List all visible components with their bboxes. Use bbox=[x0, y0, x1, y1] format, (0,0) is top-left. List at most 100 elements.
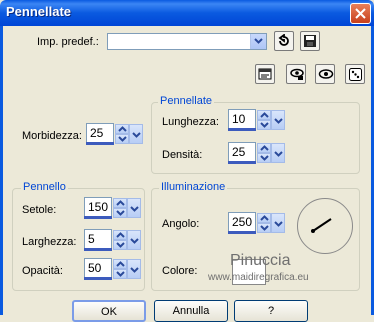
preview-icon bbox=[258, 68, 272, 80]
morbidezza-spin[interactable]: 25 bbox=[86, 123, 143, 145]
chevron-down-icon bbox=[274, 118, 283, 124]
lunghezza-spin[interactable]: 10 bbox=[228, 109, 285, 131]
chevron-down-icon bbox=[274, 151, 283, 157]
morbidezza-increment-button[interactable] bbox=[115, 124, 129, 134]
ok-button[interactable]: OK bbox=[72, 300, 146, 322]
opacita-input[interactable]: 50 bbox=[84, 258, 112, 278]
morbidezza-slider-bar[interactable] bbox=[86, 142, 114, 145]
setole-slider-bar[interactable] bbox=[84, 216, 112, 219]
larghezza-slider-bar[interactable] bbox=[84, 248, 112, 251]
lunghezza-slider-bar[interactable] bbox=[228, 128, 256, 131]
preset-combo[interactable] bbox=[107, 33, 267, 50]
angolo-input[interactable]: 250 bbox=[228, 212, 256, 232]
angolo-slider-bar[interactable] bbox=[228, 231, 256, 234]
save-preset-button[interactable] bbox=[300, 31, 320, 51]
densita-label: Densità: bbox=[162, 149, 203, 161]
help-button[interactable]: ? bbox=[234, 300, 308, 322]
larghezza-input[interactable]: 5 bbox=[84, 229, 112, 249]
chevron-up-icon bbox=[116, 232, 125, 238]
chevron-down-icon bbox=[116, 271, 125, 277]
angolo-spin[interactable]: 250 bbox=[228, 212, 285, 234]
densita-slider-bar[interactable] bbox=[228, 161, 256, 164]
chevron-down-icon bbox=[254, 38, 263, 44]
densita-decrement-button[interactable] bbox=[257, 153, 271, 163]
lunghezza-label: Lunghezza: bbox=[162, 116, 219, 128]
undo-icon bbox=[278, 34, 289, 46]
lunghezza-increment-button[interactable] bbox=[257, 110, 271, 120]
randomize-button[interactable] bbox=[345, 64, 365, 84]
setole-spin[interactable]: 150 bbox=[84, 197, 141, 219]
lock-eye-icon bbox=[290, 68, 304, 80]
chevron-down-icon bbox=[116, 242, 125, 248]
opacita-slider-bar[interactable] bbox=[84, 277, 112, 280]
morbidezza-input[interactable]: 25 bbox=[86, 123, 114, 143]
opacita-dropdown-button[interactable] bbox=[127, 259, 141, 279]
save-icon bbox=[304, 35, 316, 47]
chevron-down-icon bbox=[116, 210, 125, 216]
angolo-decrement-button[interactable] bbox=[257, 223, 271, 233]
densita-dropdown-button[interactable] bbox=[271, 143, 285, 163]
opacita-label: Opacità: bbox=[22, 265, 63, 277]
pennellate-group-title: Pennellate bbox=[158, 95, 214, 107]
opacita-decrement-button[interactable] bbox=[113, 269, 127, 279]
watermark-url: www.maidiregrafica.eu bbox=[208, 272, 309, 283]
larghezza-spin[interactable]: 5 bbox=[84, 229, 141, 251]
preview-button[interactable] bbox=[255, 64, 275, 84]
morbidezza-label: Morbidezza: bbox=[22, 130, 82, 142]
angolo-dropdown-button[interactable] bbox=[271, 213, 285, 233]
chevron-down-icon bbox=[260, 155, 269, 161]
window-title: Pennellate bbox=[6, 4, 72, 19]
eye-icon bbox=[318, 69, 334, 79]
setole-dropdown-button[interactable] bbox=[127, 198, 141, 218]
angolo-increment-button[interactable] bbox=[257, 213, 271, 223]
larghezza-increment-button[interactable] bbox=[113, 230, 127, 240]
chevron-down-icon bbox=[260, 122, 269, 128]
morbidezza-dropdown-button[interactable] bbox=[129, 124, 143, 144]
chevron-down-icon bbox=[260, 225, 269, 231]
chevron-up-icon bbox=[116, 261, 125, 267]
chevron-up-icon bbox=[260, 215, 269, 221]
chevron-up-icon bbox=[260, 145, 269, 151]
chevron-up-icon bbox=[260, 112, 269, 118]
densita-increment-button[interactable] bbox=[257, 143, 271, 153]
colore-label: Colore: bbox=[162, 265, 198, 277]
setole-input[interactable]: 150 bbox=[84, 197, 112, 217]
lunghezza-dropdown-button[interactable] bbox=[271, 110, 285, 130]
window-left-border bbox=[0, 26, 3, 315]
chevron-up-icon bbox=[118, 126, 127, 132]
chevron-down-icon bbox=[130, 267, 139, 273]
watermark-title: Pinuccia bbox=[230, 252, 291, 269]
chevron-down-icon bbox=[274, 221, 283, 227]
opacita-increment-button[interactable] bbox=[113, 259, 127, 269]
lunghezza-decrement-button[interactable] bbox=[257, 120, 271, 130]
densita-input[interactable]: 25 bbox=[228, 142, 256, 162]
preset-label: Imp. predef.: bbox=[37, 36, 99, 48]
chevron-up-icon bbox=[116, 200, 125, 206]
reset-button[interactable] bbox=[274, 31, 294, 51]
preset-dropdown-button[interactable] bbox=[250, 34, 266, 49]
densita-spin[interactable]: 25 bbox=[228, 142, 285, 164]
larghezza-label: Larghezza: bbox=[22, 236, 77, 248]
larghezza-dropdown-button[interactable] bbox=[127, 230, 141, 250]
toggle-preview-button[interactable] bbox=[315, 64, 335, 84]
lock-preview-button[interactable] bbox=[286, 64, 306, 84]
setole-increment-button[interactable] bbox=[113, 198, 127, 208]
cancel-button[interactable]: Annulla bbox=[154, 300, 228, 322]
angle-dial[interactable] bbox=[297, 198, 353, 254]
close-icon bbox=[355, 8, 366, 19]
setole-label: Setole: bbox=[22, 204, 57, 216]
pennello-group-title: Pennello bbox=[21, 181, 68, 193]
morbidezza-decrement-button[interactable] bbox=[115, 134, 129, 144]
dice-icon bbox=[349, 68, 362, 81]
larghezza-decrement-button[interactable] bbox=[113, 240, 127, 250]
chevron-down-icon bbox=[132, 132, 141, 138]
angle-needle-icon bbox=[311, 218, 332, 233]
chevron-down-icon bbox=[130, 206, 139, 212]
illuminazione-group-title: Illuminazione bbox=[159, 181, 228, 193]
angolo-label: Angolo: bbox=[162, 218, 200, 230]
opacita-spin[interactable]: 50 bbox=[84, 258, 141, 280]
setole-decrement-button[interactable] bbox=[113, 208, 127, 218]
close-button[interactable] bbox=[350, 3, 371, 24]
chevron-down-icon bbox=[130, 238, 139, 244]
lunghezza-input[interactable]: 10 bbox=[228, 109, 256, 129]
